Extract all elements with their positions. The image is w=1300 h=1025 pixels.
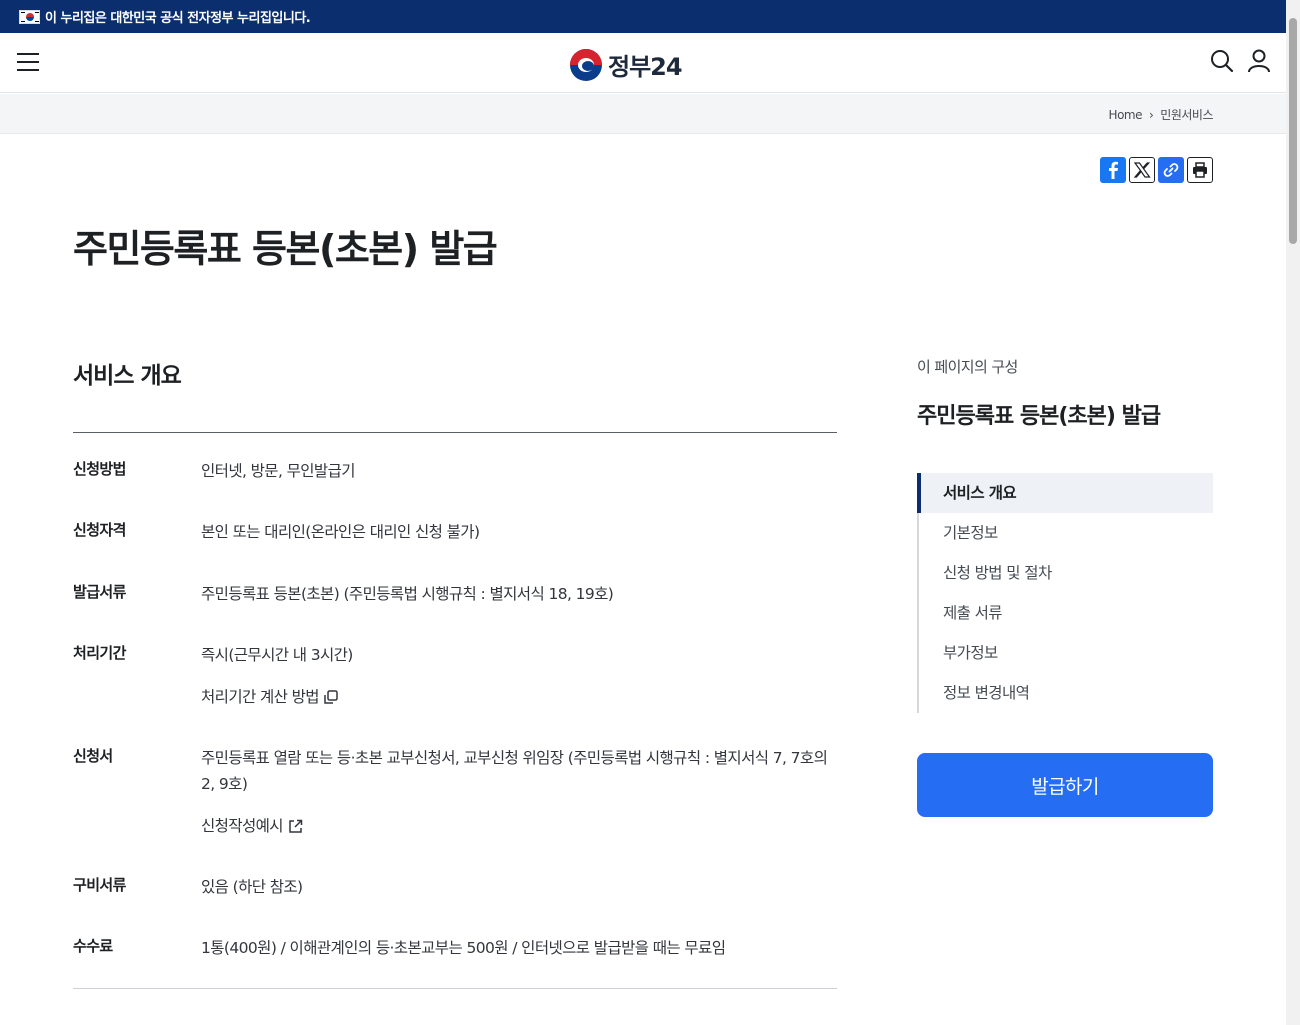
breadcrumb: Home › 민원서비스 — [1109, 106, 1214, 123]
info-value: 주민등록표 등본(초본) (주민등록법 시행규칙 : 별지서식 18, 19호) — [201, 581, 837, 607]
toc-item-overview[interactable]: 서비스 개요 — [917, 473, 1213, 513]
x-share-button[interactable] — [1129, 157, 1155, 183]
divider — [73, 432, 837, 433]
info-label: 처리기간 — [73, 644, 126, 662]
info-value: 본인 또는 대리인(온라인은 대리인 신청 불가) — [201, 519, 837, 545]
info-value-text: 있음 (하단 참조) — [201, 878, 303, 896]
printer-icon — [1193, 162, 1207, 178]
info-value-text: 본인 또는 대리인(온라인은 대리인 신청 불가) — [201, 523, 480, 541]
print-button[interactable] — [1187, 157, 1213, 183]
share-toolbar — [1100, 157, 1213, 183]
info-label: 신청자격 — [73, 521, 126, 539]
application-example-link[interactable]: 신청작성예시 — [201, 813, 304, 839]
toc-item-change-history[interactable]: 정보 변경내역 — [919, 673, 1213, 713]
info-value-text: 인터넷, 방문, 무인발급기 — [201, 462, 356, 480]
info-value-text: 즉시(근무시간 내 3시간) — [201, 646, 353, 664]
issue-button[interactable]: 발급하기 — [917, 753, 1213, 817]
info-value: 1통(400원) / 이해관계인의 등·초본교부는 500원 / 인터넷으로 발… — [201, 935, 837, 961]
logo-text: 정부24 — [608, 53, 683, 81]
info-value: 주민등록표 열람 또는 등·초본 교부신청서, 교부신청 위임장 (주민등록법 … — [201, 745, 837, 839]
link-label: 신청작성예시 — [201, 817, 284, 835]
site-header: 정부24 — [0, 33, 1286, 93]
search-icon[interactable] — [1209, 48, 1235, 74]
info-value-text: 1통(400원) / 이해관계인의 등·초본교부는 500원 / 인터넷으로 발… — [201, 939, 726, 957]
divider — [73, 988, 837, 989]
gov-banner: 이 누리집은 대한민국 공식 전자정부 누리집입니다. — [0, 0, 1286, 33]
facebook-share-button[interactable] — [1100, 157, 1126, 183]
breadcrumb-home[interactable]: Home — [1109, 108, 1143, 122]
toc-list: 서비스 개요 기본정보 신청 방법 및 절차 제출 서류 부가정보 정보 변경내… — [917, 473, 1213, 713]
menu-icon[interactable] — [17, 53, 39, 73]
processing-time-calc-link[interactable]: 처리기간 계산 방법 — [201, 684, 339, 710]
info-value: 인터넷, 방문, 무인발급기 — [201, 458, 837, 484]
scrollbar-thumb[interactable] — [1289, 18, 1297, 244]
info-label: 수수료 — [73, 937, 113, 955]
breadcrumb-current[interactable]: 민원서비스 — [1160, 106, 1213, 123]
breadcrumb-bar: Home › 민원서비스 — [0, 94, 1286, 134]
page-title: 주민등록표 등본(초본) 발급 — [73, 227, 498, 271]
toc-title: 주민등록표 등본(초본) 발급 — [917, 404, 1161, 429]
toc-item-procedure[interactable]: 신청 방법 및 절차 — [919, 553, 1213, 593]
section-title-overview: 서비스 개요 — [73, 363, 182, 389]
site-logo[interactable]: 정부24 — [570, 47, 683, 82]
info-label: 신청서 — [73, 747, 113, 765]
info-label: 발급서류 — [73, 583, 126, 601]
info-label: 신청방법 — [73, 460, 126, 478]
external-link-icon — [289, 819, 303, 833]
info-value: 즉시(근무시간 내 3시간) 처리기간 계산 방법 — [201, 642, 837, 710]
info-value: 있음 (하단 참조) — [201, 874, 837, 900]
chevron-right-icon: › — [1148, 107, 1154, 122]
link-label: 처리기간 계산 방법 — [201, 688, 320, 706]
korea-flag-icon — [19, 9, 40, 24]
toc-item-basic-info[interactable]: 기본정보 — [919, 513, 1213, 553]
toc-item-documents[interactable]: 제출 서류 — [919, 593, 1213, 633]
gov-emblem-icon — [570, 48, 602, 81]
page-scrollbar[interactable] — [1286, 0, 1300, 1025]
link-icon — [1163, 163, 1179, 177]
x-logo-icon — [1133, 162, 1151, 178]
facebook-icon — [1109, 161, 1118, 179]
info-label: 구비서류 — [73, 876, 126, 894]
copy-link-button[interactable] — [1158, 157, 1184, 183]
toc-caption: 이 페이지의 구성 — [917, 358, 1018, 376]
info-value-text: 주민등록표 열람 또는 등·초본 교부신청서, 교부신청 위임장 (주민등록법 … — [201, 749, 828, 793]
info-value-text: 주민등록표 등본(초본) (주민등록법 시행규칙 : 별지서식 18, 19호) — [201, 585, 614, 603]
user-icon[interactable] — [1246, 48, 1272, 74]
toc-item-additional-info[interactable]: 부가정보 — [919, 633, 1213, 673]
banner-text: 이 누리집은 대한민국 공식 전자정부 누리집입니다. — [45, 11, 311, 26]
copy-window-icon — [324, 690, 338, 704]
